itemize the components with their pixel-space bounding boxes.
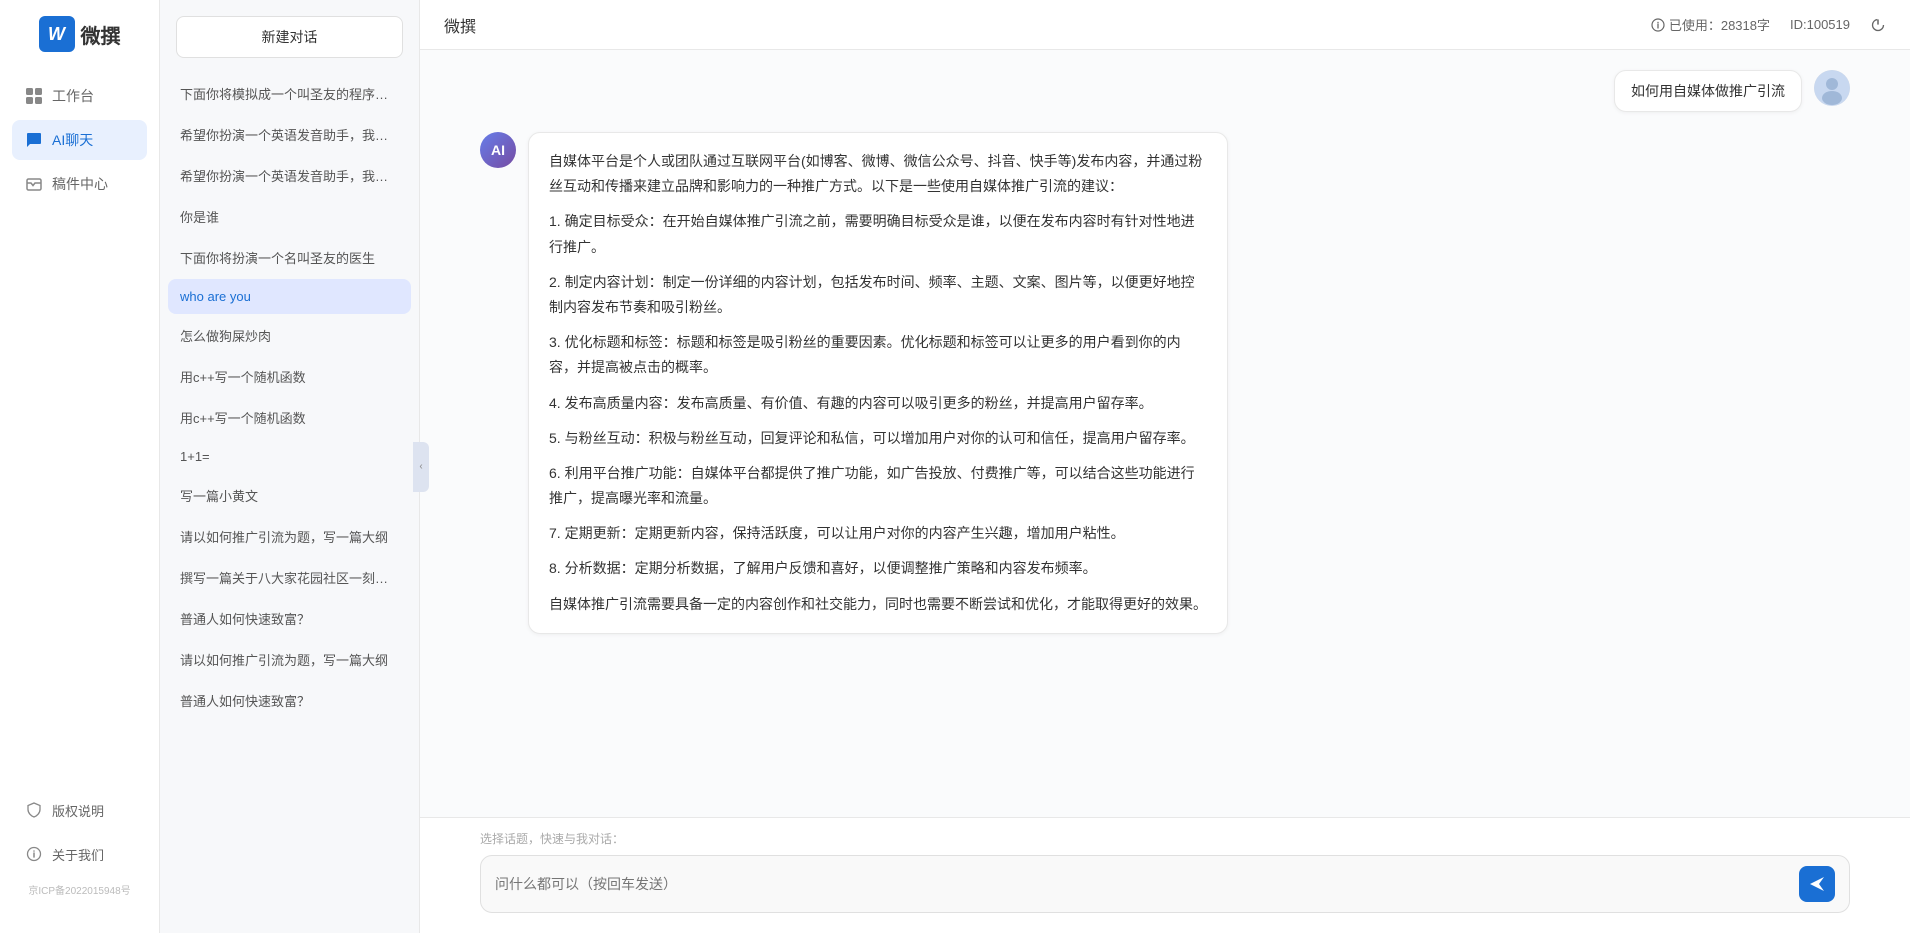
- ai-bubble: 自媒体平台是个人或团队通过互联网平台(如博客、微博、微信公众号、抖音、快手等)发…: [528, 132, 1228, 634]
- sidebar-item-mailbox[interactable]: 稿件中心: [12, 164, 147, 204]
- topbar: 微撰 已使用：28318字 ID:100519: [420, 0, 1910, 50]
- ai-text: 2. 制定内容计划：制定一份详细的内容计划，包括发布时间、频率、主题、文案、图片…: [549, 270, 1207, 320]
- shield-icon: [24, 800, 44, 820]
- sidebar-item-copyright-label: 版权说明: [52, 801, 104, 820]
- ai-text: 5. 与粉丝互动：积极与粉丝互动，回复评论和私信，可以增加用户对你的认可和信任，…: [549, 426, 1207, 451]
- sidebar-item-copyright[interactable]: 版权说明: [12, 790, 147, 830]
- sidebar-item-ai-chat-label: AI聊天: [52, 130, 93, 150]
- chat-list-item[interactable]: 写一篇小黄文: [168, 476, 411, 515]
- chat-list-item[interactable]: 撰写一篇关于八大家花园社区一刻钟便民生...: [168, 558, 411, 597]
- ai-text: 3. 优化标题和标签：标题和标签是吸引粉丝的重要因素。优化标题和标签可以让更多的…: [549, 330, 1207, 380]
- sidebar-item-workbench-label: 工作台: [52, 86, 94, 106]
- page-title: 微撰: [444, 13, 476, 37]
- user-bubble: 如何用自媒体做推广引流: [1614, 70, 1802, 112]
- icp-text: 京ICP备2022015948号: [12, 878, 147, 901]
- ai-text: 自媒体推广引流需要具备一定的内容创作和社交能力，同时也需要不断尝试和优化，才能取…: [549, 592, 1207, 617]
- sidebar: W 微撰 工作台 AI聊天 稿件中心 版权说明: [0, 0, 160, 933]
- new-chat-button[interactable]: 新建对话: [176, 16, 403, 58]
- chat-icon: [24, 130, 44, 150]
- usage-info: 已使用：28318字: [1651, 15, 1770, 34]
- send-button[interactable]: [1799, 866, 1835, 902]
- chat-list-item[interactable]: who are you: [168, 279, 411, 314]
- ai-text: 自媒体平台是个人或团队通过互联网平台(如博客、微博、微信公众号、抖音、快手等)发…: [549, 149, 1207, 199]
- chat-list-item[interactable]: 请以如何推广引流为题，写一篇大纲: [168, 517, 411, 556]
- topbar-right: 已使用：28318字 ID:100519: [1651, 15, 1886, 34]
- inbox-icon: [24, 174, 44, 194]
- chat-list-item[interactable]: 希望你扮演一个英语发音助手，我提供给你...: [168, 156, 411, 195]
- logo: W 微撰: [39, 16, 121, 52]
- ai-text: 6. 利用平台推广功能：自媒体平台都提供了推广功能，如广告投放、付费推广等，可以…: [549, 461, 1207, 511]
- power-button[interactable]: [1870, 17, 1886, 33]
- avatar: [1814, 70, 1850, 106]
- chat-list-item[interactable]: 怎么做狗屎炒肉: [168, 316, 411, 355]
- chat-list-item[interactable]: 你是谁: [168, 197, 411, 236]
- info-icon: [1651, 18, 1665, 32]
- input-area: 选择话题，快速与我对话：: [420, 817, 1910, 933]
- chat-list: 下面你将模拟成一个叫圣友的程序员，我说...希望你扮演一个英语发音助手，我提供给…: [160, 74, 419, 933]
- grid-icon: [24, 86, 44, 106]
- sidebar-item-about-label: 关于我们: [52, 845, 104, 864]
- user-id: ID:100519: [1790, 17, 1850, 32]
- ai-text: 4. 发布高质量内容：发布高质量、有价值、有趣的内容可以吸引更多的粉丝，并提高用…: [549, 391, 1207, 416]
- sidebar-item-workbench[interactable]: 工作台: [12, 76, 147, 116]
- message-input[interactable]: [495, 876, 1799, 892]
- chat-list-item[interactable]: 1+1=: [168, 439, 411, 474]
- power-icon: [1870, 17, 1886, 33]
- chat-list-header: 新建对话: [160, 0, 419, 74]
- logo-icon: W: [39, 16, 75, 52]
- main-area: 微撰 已使用：28318字 ID:100519 如何用自媒体做推广引流 AI 自…: [420, 0, 1910, 933]
- ai-text: 7. 定期更新：定期更新内容，保持活跃度，可以让用户对你的内容产生兴趣，增加用户…: [549, 521, 1207, 546]
- nav-items: 工作台 AI聊天 稿件中心: [0, 76, 159, 790]
- sidebar-item-mailbox-label: 稿件中心: [52, 174, 108, 194]
- input-box: [480, 855, 1850, 913]
- logo-text: 微撰: [81, 20, 121, 49]
- chat-list-item[interactable]: 普通人如何快速致富？: [168, 599, 411, 638]
- info-circle-icon: [24, 844, 44, 864]
- chat-list-item[interactable]: 请以如何推广引流为题，写一篇大纲: [168, 640, 411, 679]
- sidebar-item-ai-chat[interactable]: AI聊天: [12, 120, 147, 160]
- user-message: 如何用自媒体做推广引流: [480, 70, 1850, 112]
- ai-text: 8. 分析数据：定期分析数据，了解用户反馈和喜好，以便调整推广策略和内容发布频率…: [549, 556, 1207, 581]
- ai-avatar: AI: [480, 132, 516, 168]
- chat-list-item[interactable]: 希望你扮演一个英语发音助手，我提供给你...: [168, 115, 411, 154]
- messages-area: 如何用自媒体做推广引流 AI 自媒体平台是个人或团队通过互联网平台(如博客、微博…: [420, 50, 1910, 817]
- chat-list-item[interactable]: 普通人如何快速致富？: [168, 681, 411, 720]
- chat-list-item[interactable]: 下面你将扮演一个名叫圣友的医生: [168, 238, 411, 277]
- quick-topics-label: 选择话题，快速与我对话：: [480, 830, 1850, 847]
- ai-text: 1. 确定目标受众：在开始自媒体推广引流之前，需要明确目标受众是谁，以便在发布内…: [549, 209, 1207, 259]
- sidebar-bottom: 版权说明 关于我们 京ICP备2022015948号: [0, 790, 159, 917]
- sidebar-item-about[interactable]: 关于我们: [12, 834, 147, 874]
- chat-list-item[interactable]: 用c++写一个随机函数: [168, 357, 411, 396]
- ai-message: AI 自媒体平台是个人或团队通过互联网平台(如博客、微博、微信公众号、抖音、快手…: [480, 132, 1850, 634]
- chat-list-panel: 新建对话 下面你将模拟成一个叫圣友的程序员，我说...希望你扮演一个英语发音助手…: [160, 0, 420, 933]
- send-icon: [1808, 875, 1826, 893]
- collapse-sidebar-button[interactable]: ‹: [413, 442, 429, 492]
- chat-list-item[interactable]: 下面你将模拟成一个叫圣友的程序员，我说...: [168, 74, 411, 113]
- chat-list-item[interactable]: 用c++写一个随机函数: [168, 398, 411, 437]
- usage-label: 已使用：28318字: [1669, 15, 1770, 34]
